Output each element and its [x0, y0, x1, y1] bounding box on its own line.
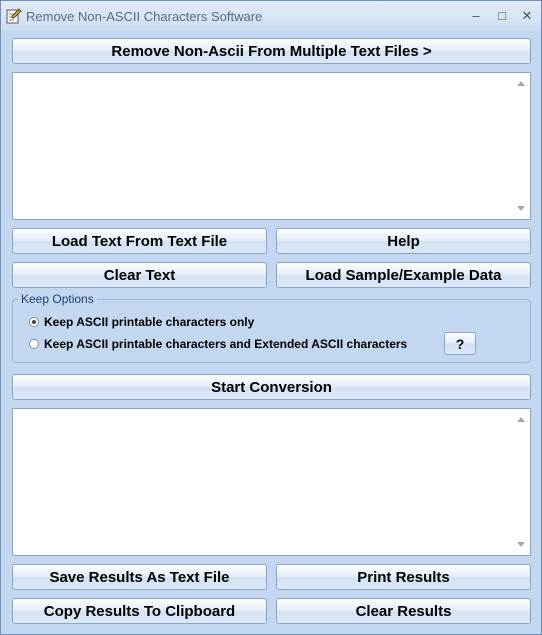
output-scrollbar[interactable]: [513, 409, 530, 555]
minimize-button[interactable]: –: [464, 6, 488, 26]
input-scrollbar[interactable]: [513, 73, 530, 219]
window-title: Remove Non-ASCII Characters Software: [26, 9, 263, 24]
load-text-file-button[interactable]: Load Text From Text File: [12, 228, 267, 254]
print-results-button[interactable]: Print Results: [276, 564, 531, 590]
scroll-up-icon[interactable]: [517, 81, 525, 86]
help-button[interactable]: Help: [276, 228, 531, 254]
remove-from-multiple-files-button[interactable]: Remove Non-Ascii From Multiple Text File…: [12, 38, 531, 64]
clear-text-button[interactable]: Clear Text: [12, 262, 267, 288]
pencil-document-icon: [6, 8, 22, 24]
scroll-up-icon[interactable]: [517, 417, 525, 422]
keep-options-legend: Keep Options: [18, 292, 97, 306]
title-bar[interactable]: Remove Non-ASCII Characters Software – □…: [1, 1, 541, 31]
question-button[interactable]: ?: [444, 332, 476, 355]
copy-results-button[interactable]: Copy Results To Clipboard: [12, 598, 267, 624]
app-window: Remove Non-ASCII Characters Software – □…: [0, 0, 542, 635]
input-text-area[interactable]: [12, 72, 531, 220]
radio-label: Keep ASCII printable characters and Exte…: [44, 337, 408, 351]
radio-selected-icon[interactable]: [29, 317, 39, 327]
radio-label: Keep ASCII printable characters only: [44, 315, 255, 329]
save-results-button[interactable]: Save Results As Text File: [12, 564, 267, 590]
load-sample-data-button[interactable]: Load Sample/Example Data: [276, 262, 531, 288]
scroll-down-icon[interactable]: [517, 206, 525, 211]
output-text-area[interactable]: [12, 408, 531, 556]
clear-results-button[interactable]: Clear Results: [276, 598, 531, 624]
maximize-button[interactable]: □: [490, 6, 514, 26]
close-button[interactable]: ✕: [515, 6, 539, 26]
start-conversion-button[interactable]: Start Conversion: [12, 374, 531, 400]
scroll-down-icon[interactable]: [517, 542, 525, 547]
radio-unselected-icon[interactable]: [29, 339, 39, 349]
